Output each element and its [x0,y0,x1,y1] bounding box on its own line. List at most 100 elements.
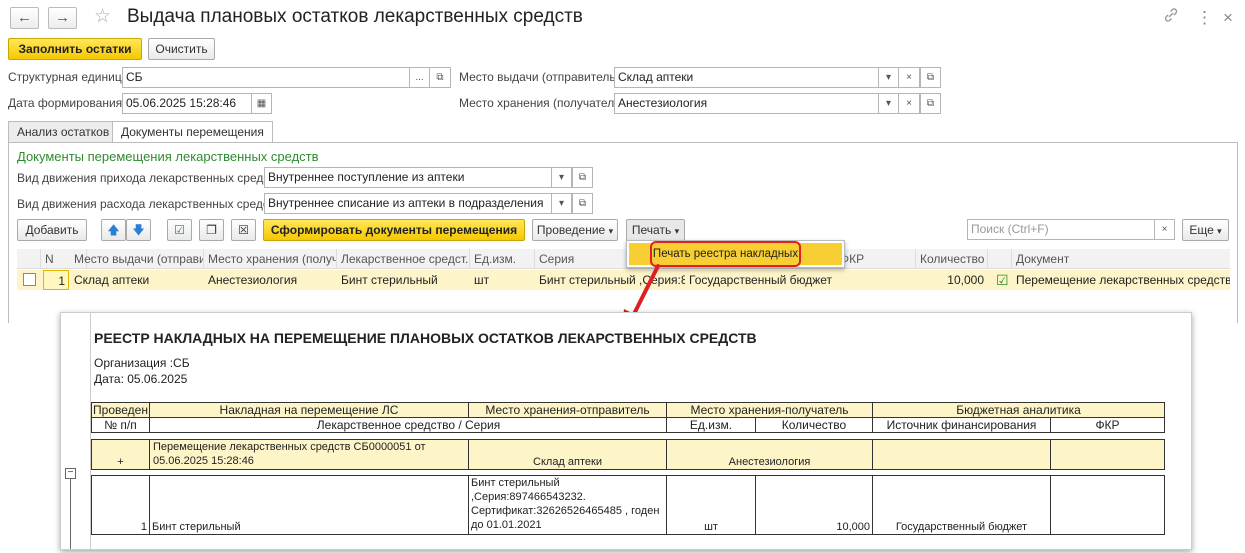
row-budget: Государственный бюджет [689,273,833,287]
page-title: Выдача плановых остатков лекарственных с… [127,6,583,27]
report-h-receiver: Место хранения-получатель [666,402,873,418]
store-place-label: Место хранения (получатель): [459,96,628,110]
date-field[interactable]: 05.06.2025 15:28:46 [122,93,252,114]
report-detail-fkr [1050,475,1165,535]
favorite-star-icon[interactable]: ☆ [94,5,111,28]
report-h-posted: Проведен [91,402,150,418]
move-up-button[interactable]: 🡅 [101,219,126,241]
chevron-down-icon: ▾ [608,226,614,236]
grid-header-store: Место хранения (получ... [204,249,337,269]
report-series-line1: Бинт стерильный [471,477,560,489]
row-n: 1 [43,270,69,290]
calendar-icon[interactable]: ▦ [251,93,272,114]
outcome-dropdown-icon[interactable]: ▾ [551,193,572,214]
arrow-up-icon: 🡅 [107,223,120,237]
report-series-line4: до 01.01.2021 [471,519,542,531]
report-detail-n: 1 [91,475,150,535]
date-label: Дата формирования: [8,96,126,110]
copy-button[interactable]: ❐ [199,219,224,241]
print-label: Печать [631,223,672,237]
report-date: Дата: 05.06.2025 [94,372,188,386]
more-menu-icon[interactable]: ⋮ [1196,8,1213,28]
row-doc: Перемещение лекарственных средств СБ [1016,273,1230,287]
report-h-qty: Количество [755,417,873,433]
row-unit: шт [474,273,490,287]
forward-button[interactable]: → [48,7,77,29]
issue-open-icon[interactable]: ⧉ [920,67,941,88]
row-checkbox[interactable] [23,273,36,286]
grid-header-flag [988,249,1012,269]
report-detail-source: Государственный бюджет [872,475,1051,535]
outcome-movement-field[interactable]: Внутреннее списание из аптеки в подразде… [264,193,552,214]
store-place-field[interactable]: Анестезиология [614,93,879,114]
link-icon[interactable] [1162,6,1180,28]
print-button[interactable]: Печать ▾ [626,219,685,241]
report-group-line [70,479,71,549]
store-open-icon[interactable]: ⧉ [920,93,941,114]
grid-header-qty: Количество [916,249,988,269]
section-title: Документы перемещения лекарственных сред… [17,149,319,164]
store-dropdown-icon[interactable]: ▾ [878,93,899,114]
forward-arrow-icon: → [55,9,70,26]
report-title: РЕЕСТР НАКЛАДНЫХ НА ПЕРЕМЕЩЕНИЕ ПЛАНОВЫХ… [94,330,757,346]
close-icon[interactable]: × [1223,8,1233,28]
row-qty: 10,000 [947,273,984,287]
search-clear-icon[interactable]: × [1154,219,1175,240]
income-dropdown-icon[interactable]: ▾ [551,167,572,188]
chevron-down-icon: ▾ [674,226,680,236]
clear-button[interactable]: Очистить [148,38,215,60]
check-all-button[interactable]: ☑ [167,219,192,241]
more-button[interactable]: Еще ▾ [1182,219,1229,241]
add-button[interactable]: Добавить [17,219,87,241]
row-issue: Склад аптеки [74,273,150,287]
posting-button[interactable]: Проведение ▾ [532,219,618,241]
outcome-open-icon[interactable]: ⧉ [572,193,593,214]
report-detail-unit: шт [666,475,756,535]
row-store: Анестезиология [208,273,298,287]
posting-label: Проведение [536,223,606,237]
report-h-source: Источник финансирования [872,417,1051,433]
report-collapse-toggle[interactable]: − [65,468,76,479]
check-all-icon: ☑ [174,223,185,237]
grid-header-drug: Лекарственное средст... [337,249,470,269]
grid-header-unit: Ед.изм. [470,249,535,269]
search-input[interactable]: Поиск (Ctrl+F) [967,219,1155,240]
unit-open-icon[interactable]: ⧉ [430,67,451,88]
grid-header-doc: Документ [1016,252,1070,266]
more-label: Еще [1189,223,1214,237]
fill-balances-button[interactable]: Заполнить остатки [8,38,142,60]
unit-select-button[interactable]: ... [409,67,430,88]
tab-transfer-documents[interactable]: Документы перемещения [112,121,273,143]
grid-header-issue: Место выдачи (отправи... [70,249,204,269]
issue-place-field[interactable]: Склад аптеки [614,67,879,88]
report-h-budget: Бюджетная аналитика [872,402,1165,418]
report-series-line3: Сертификат:32626526465485 , годен [471,505,660,517]
row-posted-check-icon: ☑ [996,272,1009,288]
report-h-invoice: Накладная на перемещение ЛС [149,402,469,418]
income-open-icon[interactable]: ⧉ [572,167,593,188]
report-detail-series: Бинт стерильный ,Серия:897466543232. Сер… [468,475,667,535]
report-group-sender: Склад аптеки [468,439,667,470]
report-detail-qty: 10,000 [755,475,873,535]
unit-field[interactable]: СБ [122,67,410,88]
uncheck-all-button[interactable]: ☒ [231,219,256,241]
income-movement-field[interactable]: Внутреннее поступление из аптеки [264,167,552,188]
form-documents-button[interactable]: Сформировать документы перемещения [263,219,525,241]
issue-dropdown-icon[interactable]: ▾ [878,67,899,88]
report-org: Организация :СБ [94,356,190,370]
back-button[interactable]: ← [10,7,39,29]
arrow-down-icon: 🡇 [132,223,145,237]
move-down-button[interactable]: 🡇 [126,219,151,241]
report-group-sign[interactable]: + [91,439,150,470]
issue-place-label: Место выдачи (отправитель): [459,70,623,84]
issue-clear-icon[interactable]: × [899,67,920,88]
tab-balance-analysis[interactable]: Анализ остатков [8,121,119,142]
report-group-fkr [1050,439,1165,470]
uncheck-icon: ☒ [238,223,249,237]
store-clear-icon[interactable]: × [899,93,920,114]
report-group-doc: Перемещение лекарственных средств СБ0000… [149,439,469,470]
report-h-drug: Лекарственное средство / Серия [149,417,668,433]
income-movement-label: Вид движения прихода лекарственных средс… [17,171,285,185]
print-registry-menu-item[interactable]: Печать реестра накладных [650,241,801,267]
report-h-sender: Место хранения-отправитель [468,402,667,418]
